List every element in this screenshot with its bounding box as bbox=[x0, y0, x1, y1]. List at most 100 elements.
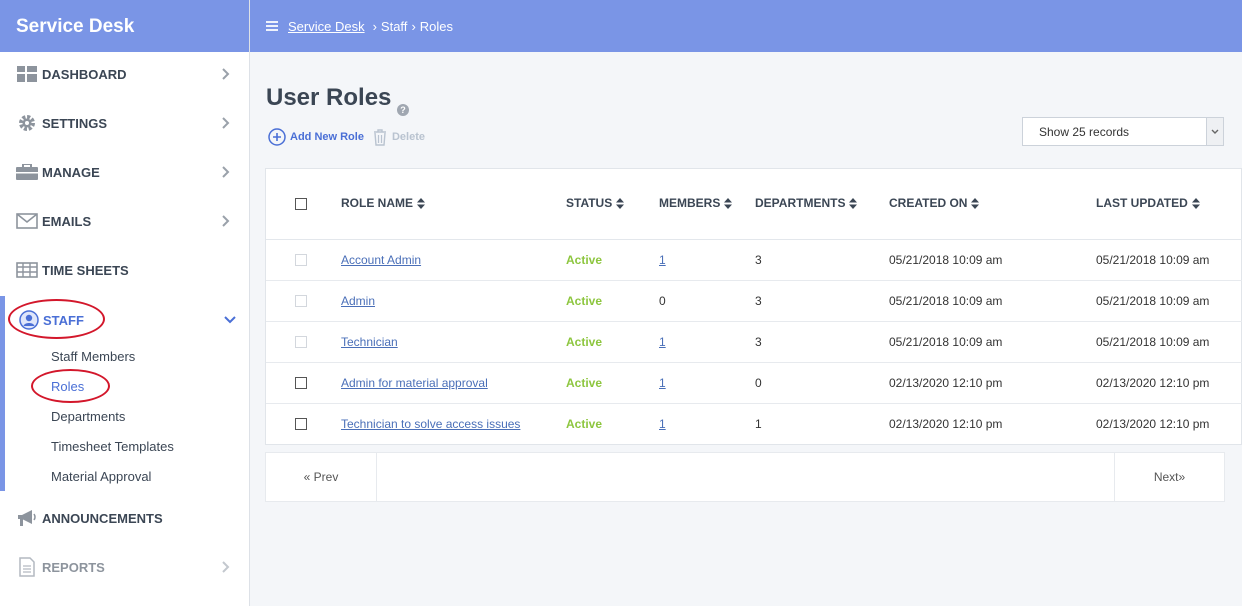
grid-icon bbox=[16, 63, 38, 85]
breadcrumb-separator: › bbox=[411, 18, 416, 34]
sort-icon bbox=[724, 197, 733, 209]
column-header-label: ROLE NAME bbox=[341, 196, 413, 210]
last-updated: 02/13/2020 12:10 pm bbox=[1096, 417, 1210, 431]
chevron-right-icon bbox=[218, 213, 234, 229]
sidebar-item-reports[interactable]: REPORTS bbox=[0, 547, 250, 587]
user-circle-icon bbox=[18, 309, 40, 331]
megaphone-icon bbox=[16, 507, 38, 529]
created-on: 05/21/2018 10:09 am bbox=[889, 253, 1003, 267]
status-badge: Active bbox=[566, 253, 603, 267]
sort-icon bbox=[1191, 197, 1200, 209]
departments-count: 0 bbox=[755, 376, 762, 390]
column-header-departments[interactable]: DEPARTMENTS bbox=[755, 196, 858, 210]
svg-text:?: ? bbox=[401, 105, 407, 115]
chevron-down-icon bbox=[224, 312, 236, 327]
sidebar-item-announcements[interactable]: ANNOUNCEMENTS bbox=[0, 498, 250, 538]
role-name-link[interactable]: Admin bbox=[341, 294, 375, 308]
sidebar-subitem-roles[interactable]: Roles bbox=[51, 379, 84, 394]
row-checkbox[interactable] bbox=[295, 377, 307, 389]
sidebar-item-staff[interactable]: STAFF bbox=[0, 300, 250, 340]
role-name-link[interactable]: Technician bbox=[341, 335, 398, 349]
column-header-created-on[interactable]: CREATED ON bbox=[889, 196, 980, 210]
table-row: Admin Active 0 3 05/21/2018 10:09 am 05/… bbox=[266, 281, 1242, 322]
breadcrumb: Service Desk › Staff › Roles bbox=[288, 19, 453, 34]
column-header-members[interactable]: MEMBERS bbox=[659, 196, 733, 210]
status-badge: Active bbox=[566, 376, 603, 390]
status-badge: Active bbox=[566, 417, 603, 431]
add-new-role-label: Add New Role bbox=[290, 131, 364, 143]
members-count-link[interactable]: 1 bbox=[659, 376, 666, 390]
created-on: 05/21/2018 10:09 am bbox=[889, 335, 1003, 349]
table-row: Admin for material approval Active 1 0 0… bbox=[266, 363, 1242, 404]
sidebar-item-label: EMAILS bbox=[42, 213, 92, 229]
gear-icon bbox=[16, 112, 38, 134]
last-updated: 05/21/2018 10:09 am bbox=[1096, 294, 1210, 308]
sidebar-subitem-timesheet-templates[interactable]: Timesheet Templates bbox=[51, 439, 174, 454]
trash-icon bbox=[372, 128, 388, 146]
sidebar: Service Desk DASHBOARD SETTINGS MANAGE E… bbox=[0, 0, 250, 606]
page-title-row: User Roles ? bbox=[266, 84, 410, 116]
row-checkbox[interactable] bbox=[295, 336, 307, 348]
table-icon bbox=[16, 259, 38, 281]
sidebar-item-emails[interactable]: EMAILS bbox=[0, 201, 250, 241]
departments-count: 1 bbox=[755, 417, 762, 431]
records-per-page-value: Show 25 records bbox=[1039, 124, 1130, 139]
hamburger-menu-icon[interactable] bbox=[266, 19, 278, 34]
table-header-row: ROLE NAME STATUS MEMBERS DEPARTMENTS CRE… bbox=[266, 169, 1242, 240]
envelope-icon bbox=[16, 210, 38, 232]
sidebar-item-dashboard[interactable]: DASHBOARD bbox=[0, 54, 250, 94]
delete-button[interactable]: Delete bbox=[372, 128, 425, 146]
top-bar: Service Desk › Staff › Roles bbox=[250, 0, 1242, 52]
members-count-link[interactable]: 1 bbox=[659, 335, 666, 349]
column-header-label: STATUS bbox=[566, 196, 613, 210]
last-updated: 05/21/2018 10:09 am bbox=[1096, 253, 1210, 267]
table-row: Account Admin Active 1 3 05/21/2018 10:0… bbox=[266, 240, 1242, 281]
column-header-role-name[interactable]: ROLE NAME bbox=[341, 196, 425, 210]
breadcrumb-home-link[interactable]: Service Desk bbox=[288, 19, 365, 34]
status-badge: Active bbox=[566, 335, 603, 349]
column-header-last-updated[interactable]: LAST UPDATED bbox=[1096, 196, 1200, 210]
sidebar-item-label: ANNOUNCEMENTS bbox=[42, 510, 163, 526]
table-row: Technician to solve access issues Active… bbox=[266, 404, 1242, 445]
column-header-status[interactable]: STATUS bbox=[566, 196, 625, 210]
chevron-right-icon bbox=[218, 559, 234, 575]
row-checkbox[interactable] bbox=[295, 295, 307, 307]
members-count: 0 bbox=[659, 294, 666, 308]
members-count-link[interactable]: 1 bbox=[659, 417, 666, 431]
plus-circle-icon bbox=[268, 128, 286, 146]
select-all-checkbox[interactable] bbox=[295, 198, 307, 210]
role-name-link[interactable]: Admin for material approval bbox=[341, 376, 488, 390]
sidebar-staff-section: STAFF Staff Members Roles Departments Ti… bbox=[0, 296, 250, 491]
sidebar-item-label: STAFF bbox=[43, 312, 84, 328]
sidebar-item-settings[interactable]: SETTINGS bbox=[0, 103, 250, 143]
sidebar-subitem-staff-members[interactable]: Staff Members bbox=[51, 349, 135, 364]
created-on: 02/13/2020 12:10 pm bbox=[889, 376, 1003, 390]
role-name-link[interactable]: Account Admin bbox=[341, 253, 421, 267]
sidebar-item-manage[interactable]: MANAGE bbox=[0, 152, 250, 192]
sort-icon bbox=[849, 197, 858, 209]
prev-page-button[interactable]: « Prev bbox=[266, 453, 377, 501]
add-new-role-button[interactable]: Add New Role bbox=[268, 128, 364, 146]
sidebar-item-time-sheets[interactable]: TIME SHEETS bbox=[0, 250, 250, 290]
members-count-link[interactable]: 1 bbox=[659, 253, 666, 267]
departments-count: 3 bbox=[755, 294, 762, 308]
next-page-button[interactable]: Next» bbox=[1114, 453, 1224, 501]
help-icon[interactable]: ? bbox=[397, 95, 410, 116]
sidebar-subitem-material-approval[interactable]: Material Approval bbox=[51, 469, 151, 484]
roles-table: ROLE NAME STATUS MEMBERS DEPARTMENTS CRE… bbox=[265, 168, 1242, 445]
row-checkbox[interactable] bbox=[295, 418, 307, 430]
sidebar-subitem-departments[interactable]: Departments bbox=[51, 409, 125, 424]
chevron-right-icon bbox=[218, 164, 234, 180]
table-row: Technician Active 1 3 05/21/2018 10:09 a… bbox=[266, 322, 1242, 363]
document-icon bbox=[16, 556, 38, 578]
column-header-label: MEMBERS bbox=[659, 196, 721, 210]
records-per-page-select[interactable]: Show 25 records bbox=[1022, 117, 1224, 146]
sidebar-item-label: TIME SHEETS bbox=[42, 262, 129, 278]
row-checkbox[interactable] bbox=[295, 254, 307, 266]
created-on: 05/21/2018 10:09 am bbox=[889, 294, 1003, 308]
sort-icon bbox=[417, 197, 425, 209]
role-name-link[interactable]: Technician to solve access issues bbox=[341, 417, 520, 431]
breadcrumb-staff: Staff bbox=[380, 18, 408, 34]
departments-count: 3 bbox=[755, 335, 762, 349]
breadcrumb-separator: › bbox=[372, 18, 377, 34]
